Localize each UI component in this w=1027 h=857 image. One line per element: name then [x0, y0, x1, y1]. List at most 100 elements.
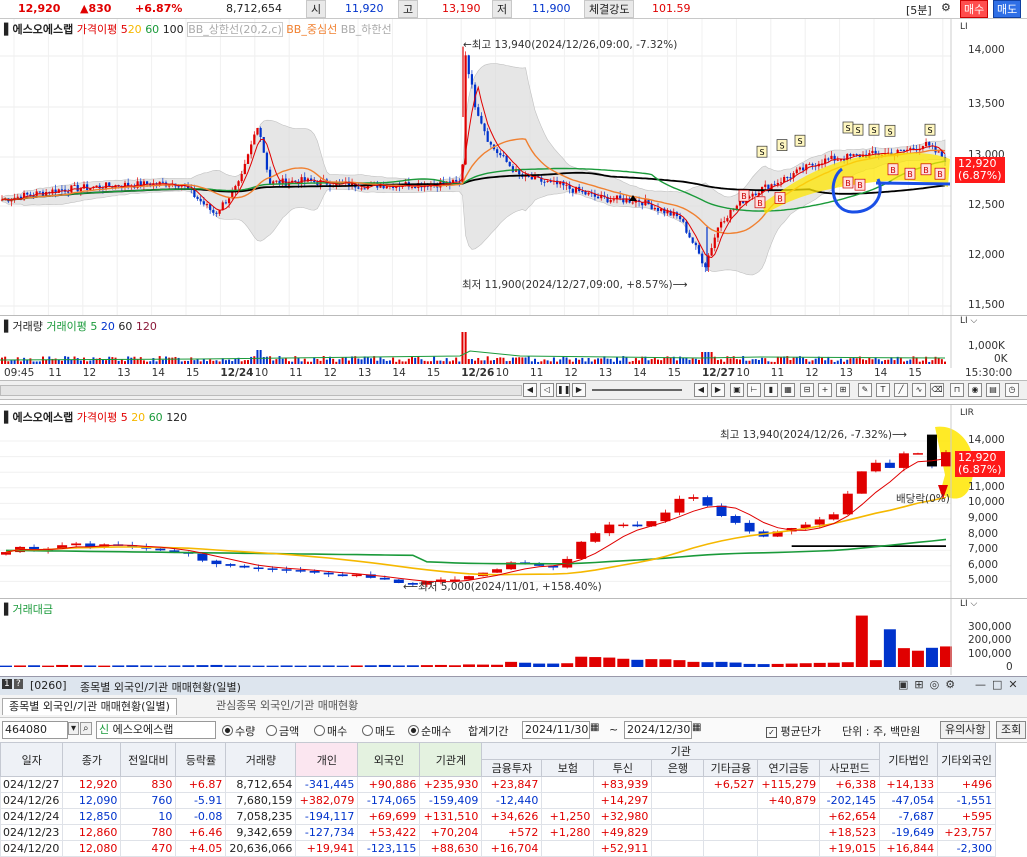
daily-price-chart[interactable]: ▌에스오에스랩 가격이평 5 20 60 120 최고 13,940(2024/…	[0, 404, 1027, 599]
avg-price-checkbox[interactable]: ✓ 평균단가	[766, 723, 821, 739]
text-icon[interactable]: T	[876, 383, 890, 397]
th-change-rate[interactable]: 등락률	[175, 742, 227, 777]
table-cell: -174,065	[357, 792, 421, 809]
date-from-input[interactable]: 2024/11/30	[522, 721, 590, 739]
table-row[interactable]: 024/12/26 12,090 760 -5.91 7,680,159 +382,079…	[0, 792, 997, 809]
buy-button[interactable]: 매수	[960, 0, 989, 18]
th-other-fin[interactable]: 기타금융	[703, 759, 759, 777]
magnet-icon[interactable]: ⊓	[950, 383, 964, 397]
volume-bar	[805, 359, 808, 364]
th-volume[interactable]: 거래량	[225, 742, 297, 777]
notice-button[interactable]: 유의사항	[940, 721, 991, 739]
th-fin-invest[interactable]: 금융투자	[481, 759, 543, 777]
window-number-icon[interactable]: 1	[2, 679, 12, 689]
th-individual[interactable]: 개인	[295, 742, 359, 777]
table-cell: -202,145	[819, 792, 881, 809]
magnifier-icon[interactable]: ⌕	[80, 722, 92, 735]
date-to-input[interactable]: 2024/12/30	[624, 721, 692, 739]
pause-icon[interactable]: ❚❚	[556, 383, 570, 397]
settings-gear-icon[interactable]: ⚙	[941, 1, 951, 14]
clock-icon[interactable]: ◷	[1005, 383, 1019, 397]
table-cell: +52,911	[593, 840, 653, 857]
search-icon[interactable]: ▾	[68, 722, 80, 735]
grid-icon[interactable]: ▦	[781, 383, 795, 397]
play-icon[interactable]: ▶	[572, 383, 586, 397]
eraser-icon[interactable]: ⌫	[930, 383, 944, 397]
investor-trading-table[interactable]: 일자 종가 전일대비 등락률 거래량 개인 외국인 기관계 기관 기타법인 기타…	[0, 742, 997, 857]
table-row[interactable]: 024/12/24 12,850 10 -0.08 7,058,235 -194,117 +…	[0, 808, 997, 825]
table-cell: +16,844	[879, 840, 939, 857]
radio-amt-label: 금액	[279, 725, 300, 738]
candle-body	[852, 154, 855, 156]
save-icon[interactable]: ▤	[986, 383, 1000, 397]
bar-icon[interactable]: ▮	[764, 383, 778, 397]
tab-watchlist[interactable]: 관심종목 외국인/기관 매매현황	[210, 698, 364, 714]
tab-by-stock[interactable]: 종목별 외국인/기관 매매현황(일별)	[2, 698, 177, 715]
intraday-price-chart[interactable]: SSSSSSSSBBBBBBBBB ▌에스오에스랩 가격이평 520 60 10…	[0, 19, 1027, 315]
y-tick: 12,500	[968, 199, 1005, 211]
th-close[interactable]: 종가	[62, 742, 122, 777]
stock-code-input[interactable]: 464080	[2, 721, 68, 739]
radio-sell[interactable]: 매도	[362, 723, 395, 739]
arrow-left-icon[interactable]: ◀	[694, 383, 708, 397]
query-button[interactable]: 조회	[996, 721, 1027, 739]
zoom-out-icon[interactable]: ⊟	[800, 383, 814, 397]
stock-name-text: 에스오에스랩	[112, 723, 174, 736]
draw-icon[interactable]: ✎	[858, 383, 872, 397]
radio-qty[interactable]: 수량	[222, 723, 255, 739]
candle-body	[480, 115, 483, 124]
sell-button[interactable]: 매도	[993, 0, 1022, 18]
volume-bar	[944, 361, 946, 364]
volume-bar	[247, 360, 249, 364]
intraday-volume-chart[interactable]: ▌거래량 거래이평 5 20 60 120 LI ⌵ 1,000K 0K 09:…	[0, 315, 1027, 381]
chart-scroll-toolbar[interactable]: ◀ ◁ ❚❚ ▶ ◀ ▶ ▣ ⊢ ▮ ▦ ⊟ + ⊞ ✎ T ╱ ∿ ⌫ ⊓ ◉…	[0, 380, 1027, 400]
zigzag-icon[interactable]: ∿	[912, 383, 926, 397]
table-row[interactable]: 024/12/27 12,920 830 +6.87 8,712,654 -341,445…	[0, 776, 997, 793]
th-trust[interactable]: 투신	[593, 759, 653, 777]
single-candle-icon[interactable]: ⊢	[747, 383, 761, 397]
value-bar	[238, 665, 251, 667]
th-date[interactable]: 일자	[0, 742, 64, 777]
radio-net[interactable]: 순매수	[408, 723, 451, 739]
vol2-corner[interactable]: LI ⌵	[960, 599, 977, 609]
th-other-foreign[interactable]: 기타외국인	[937, 742, 997, 777]
vol1-corner[interactable]: LI ⌵	[960, 316, 977, 326]
th-pension[interactable]: 연기금등	[757, 759, 821, 777]
table-row[interactable]: 024/12/23 12,860 780 +6.46 9,342,659 -127,734…	[0, 824, 997, 841]
table-row[interactable]: 024/12/20 12,080 470 +4.05 20,636,066 +19,941…	[0, 840, 997, 857]
calendar-icon[interactable]: ▦	[692, 722, 701, 733]
period-selector[interactable]: [5분]	[906, 2, 932, 18]
line-icon[interactable]: ╱	[894, 383, 908, 397]
scroll-track[interactable]	[0, 385, 522, 396]
volume-bar	[776, 356, 779, 364]
table-cell: +4.05	[175, 840, 227, 857]
radio-buy[interactable]: 매수	[314, 723, 347, 739]
daily-value-chart[interactable]: ▌거래대금 LI ⌵ 300,000 200,000 100,000 0	[0, 598, 1027, 675]
calendar-icon[interactable]: ▦	[590, 722, 599, 733]
chart1-corner[interactable]: LI	[960, 22, 968, 32]
zoom-in-icon[interactable]: ⊞	[836, 383, 850, 397]
th-bank[interactable]: 은행	[651, 759, 705, 777]
volume-bar	[29, 358, 32, 364]
value-bar	[42, 665, 55, 667]
radio-amt[interactable]: 금액	[266, 723, 299, 739]
th-foreign[interactable]: 외국인	[357, 742, 421, 777]
crosshair-icon[interactable]: +	[818, 383, 832, 397]
window-controls[interactable]: ▣⊞◎⚙	[898, 678, 961, 691]
scroll-left-icon[interactable]: ◀	[523, 383, 537, 397]
volume-bar	[89, 360, 92, 364]
camera-icon[interactable]: ◉	[968, 383, 982, 397]
zoom-slider[interactable]	[592, 389, 682, 391]
th-insurance[interactable]: 보험	[541, 759, 595, 777]
th-other-corp[interactable]: 기타법인	[879, 742, 939, 777]
fit-icon[interactable]: ▣	[730, 383, 744, 397]
window-min-max-close[interactable]: —□✕	[975, 678, 1024, 691]
arrow-right-icon[interactable]: ▶	[711, 383, 725, 397]
step-back-icon[interactable]: ◁	[540, 383, 554, 397]
th-change[interactable]: 전일대비	[120, 742, 177, 777]
table-cell: +14,133	[879, 776, 939, 793]
th-institution-total[interactable]: 기관계	[419, 742, 483, 777]
value-bar	[308, 665, 321, 667]
th-private-fund[interactable]: 사모펀드	[819, 759, 881, 777]
help-icon[interactable]: ?	[14, 679, 23, 689]
